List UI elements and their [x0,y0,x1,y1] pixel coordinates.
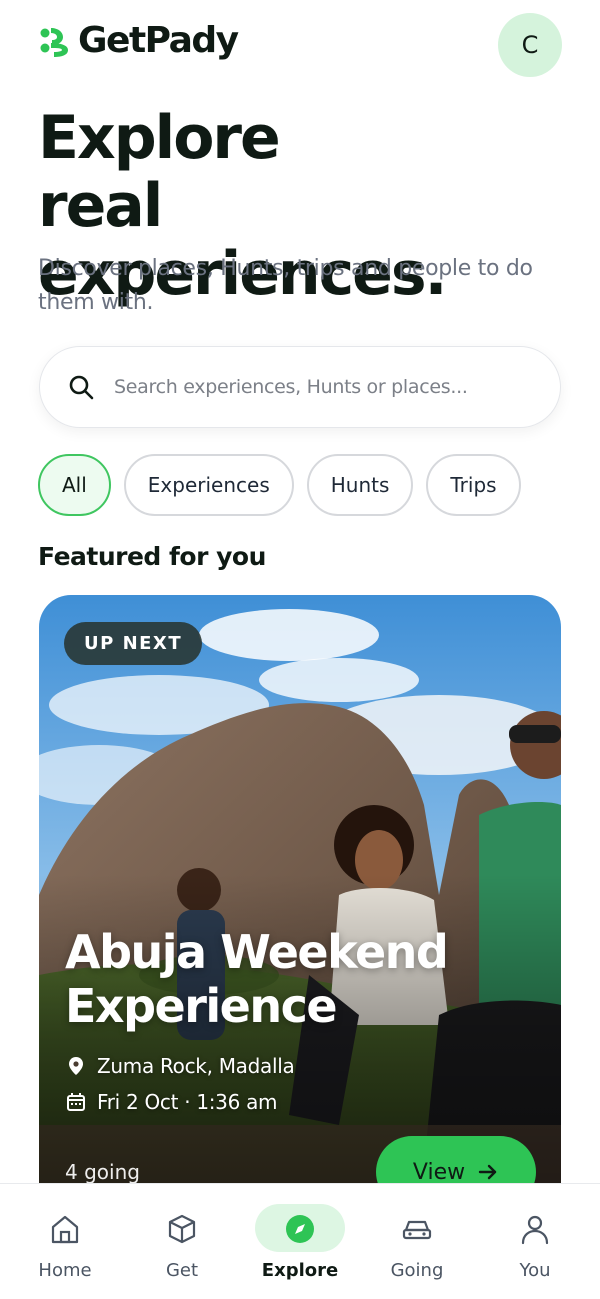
card-overlay [39,595,561,1215]
going-count: 4 going [65,1160,140,1184]
view-button-label: View [412,1159,466,1185]
tab-get[interactable]: Get [127,1184,237,1299]
filter-chip-all[interactable]: All [38,454,111,516]
tab-get-label: Get [165,1260,199,1281]
featured-card[interactable]: UP NEXT Abuja Weekend Experience Zuma Ro… [39,595,561,1215]
bottom-tab-bar: Home Get Explore Going You [0,1183,600,1299]
app-header: GetPady C [0,0,600,90]
card-title: Abuja Weekend Experience [65,925,449,1033]
logo-mark-icon [40,27,68,57]
card-location-text: Zuma Rock, Madalla [97,1054,295,1078]
filter-chip-trips[interactable]: Trips [426,454,521,516]
arrow-right-icon [478,1164,497,1180]
status-badge: UP NEXT [64,622,203,665]
tab-explore-label: Explore [261,1260,339,1281]
tab-going[interactable]: Going [362,1184,472,1299]
section-title-featured: Featured for you [38,542,266,571]
tab-home[interactable]: Home [10,1184,120,1299]
filter-chips: All Experiences Hunts Trips [38,454,521,516]
search-bar[interactable] [39,346,561,428]
home-icon [46,1210,84,1248]
page-title-line1: Explore [38,103,281,173]
location-pin-icon [69,1057,83,1075]
cube-icon [163,1210,201,1248]
tab-going-label: Going [390,1260,444,1281]
card-datetime: Fri 2 Oct · 1:36 am [65,1090,278,1114]
card-location: Zuma Rock, Madalla [65,1054,295,1078]
tab-you[interactable]: You [480,1184,590,1299]
compass-icon [281,1210,319,1248]
card-datetime-text: Fri 2 Oct · 1:36 am [97,1090,278,1114]
calendar-icon [67,1093,85,1111]
tab-explore[interactable]: Explore [245,1184,355,1299]
avatar[interactable]: C [498,13,562,77]
app-name: GetPady [78,20,239,61]
car-icon [398,1210,436,1248]
tab-home-label: Home [38,1260,92,1281]
person-icon [516,1210,554,1248]
filter-chip-hunts[interactable]: Hunts [306,454,414,516]
search-input[interactable] [114,376,514,398]
filter-chip-experiences[interactable]: Experiences [123,454,294,516]
getpady-logo[interactable]: GetPady [38,20,239,61]
page-subtitle: Discover places, Hunts, trips and people… [38,256,533,315]
tab-you-label: You [519,1260,551,1281]
search-icon [69,375,94,400]
